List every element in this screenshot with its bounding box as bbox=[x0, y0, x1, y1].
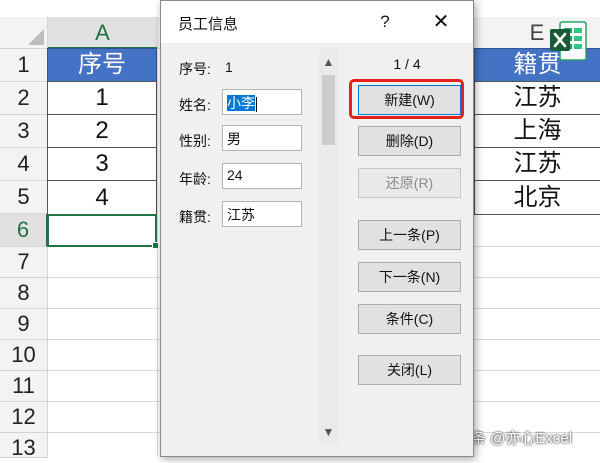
table-cell[interactable]: 1 bbox=[47, 81, 157, 115]
age-label: 年龄: bbox=[179, 171, 211, 187]
table-cell[interactable]: 江苏 bbox=[474, 81, 600, 115]
table-cell[interactable]: 4 bbox=[47, 180, 157, 215]
header-cell-id[interactable]: 序号 bbox=[47, 48, 157, 82]
delete-button[interactable]: 删除(D) bbox=[358, 126, 461, 156]
data-form-dialog: 员工信息 ? ✕ 序号: 1 姓名: 小李 性别: 男 年龄: 24 籍贯: 江… bbox=[160, 0, 474, 457]
row-header-6[interactable]: 6 bbox=[0, 214, 48, 247]
row-header-1[interactable]: 1 bbox=[0, 49, 48, 82]
id-label: 序号: bbox=[179, 61, 211, 77]
scroll-thumb[interactable] bbox=[322, 75, 335, 145]
row-header-4[interactable]: 4 bbox=[0, 148, 48, 181]
record-scrollbar[interactable]: ▲ ▼ bbox=[319, 49, 338, 445]
next-record-button[interactable]: 下一条(N) bbox=[358, 262, 461, 292]
row-header-13[interactable]: 13 bbox=[0, 433, 48, 460]
row-header-11[interactable]: 11 bbox=[0, 371, 48, 402]
row-header-2[interactable]: 2 bbox=[0, 82, 48, 115]
dialog-titlebar[interactable]: 员工信息 ? ✕ bbox=[161, 1, 473, 43]
row-header-7[interactable]: 7 bbox=[0, 247, 48, 278]
row-header-8[interactable]: 8 bbox=[0, 278, 48, 309]
excel-logo-icon bbox=[550, 21, 587, 61]
origin-field[interactable]: 江苏 bbox=[222, 201, 302, 227]
dialog-title: 员工信息 bbox=[178, 16, 239, 33]
record-counter: 1 / 4 bbox=[393, 56, 421, 72]
row-header-10[interactable]: 10 bbox=[0, 340, 48, 371]
scroll-down-icon[interactable]: ▼ bbox=[319, 423, 338, 441]
id-value: 1 bbox=[225, 59, 233, 75]
name-label: 姓名: bbox=[179, 97, 211, 113]
table-cell[interactable]: 2 bbox=[47, 114, 157, 148]
row-header-12[interactable]: 12 bbox=[0, 402, 48, 433]
restore-button[interactable]: 还原(R) bbox=[358, 168, 461, 198]
criteria-button[interactable]: 条件(C) bbox=[358, 304, 461, 334]
table-cell[interactable]: 上海 bbox=[474, 114, 600, 148]
select-all-corner[interactable] bbox=[0, 17, 48, 49]
row-header-3[interactable]: 3 bbox=[0, 115, 48, 148]
age-field[interactable]: 24 bbox=[222, 163, 302, 189]
gridline bbox=[157, 48, 158, 457]
previous-record-button[interactable]: 上一条(P) bbox=[358, 220, 461, 250]
row-header-5[interactable]: 5 bbox=[0, 181, 48, 214]
origin-label: 籍贯: bbox=[179, 209, 211, 225]
text-caret bbox=[256, 96, 257, 112]
row-header-9[interactable]: 9 bbox=[0, 309, 48, 340]
active-cell-selection[interactable] bbox=[47, 214, 159, 249]
gender-field[interactable]: 男 bbox=[222, 125, 302, 151]
name-field-value: 小李 bbox=[227, 95, 255, 111]
help-icon[interactable]: ? bbox=[373, 10, 397, 34]
table-cell[interactable]: 北京 bbox=[474, 180, 600, 215]
column-header-a[interactable]: A bbox=[48, 17, 158, 49]
scroll-up-icon[interactable]: ▲ bbox=[319, 53, 338, 71]
table-cell[interactable]: 江苏 bbox=[474, 147, 600, 181]
close-button[interactable]: 关闭(L) bbox=[358, 355, 461, 385]
close-icon[interactable]: ✕ bbox=[427, 9, 455, 35]
highlight-annotation bbox=[349, 79, 464, 119]
gender-label: 性别: bbox=[179, 133, 211, 149]
table-cell[interactable]: 3 bbox=[47, 147, 157, 181]
name-field[interactable]: 小李 bbox=[222, 89, 302, 115]
